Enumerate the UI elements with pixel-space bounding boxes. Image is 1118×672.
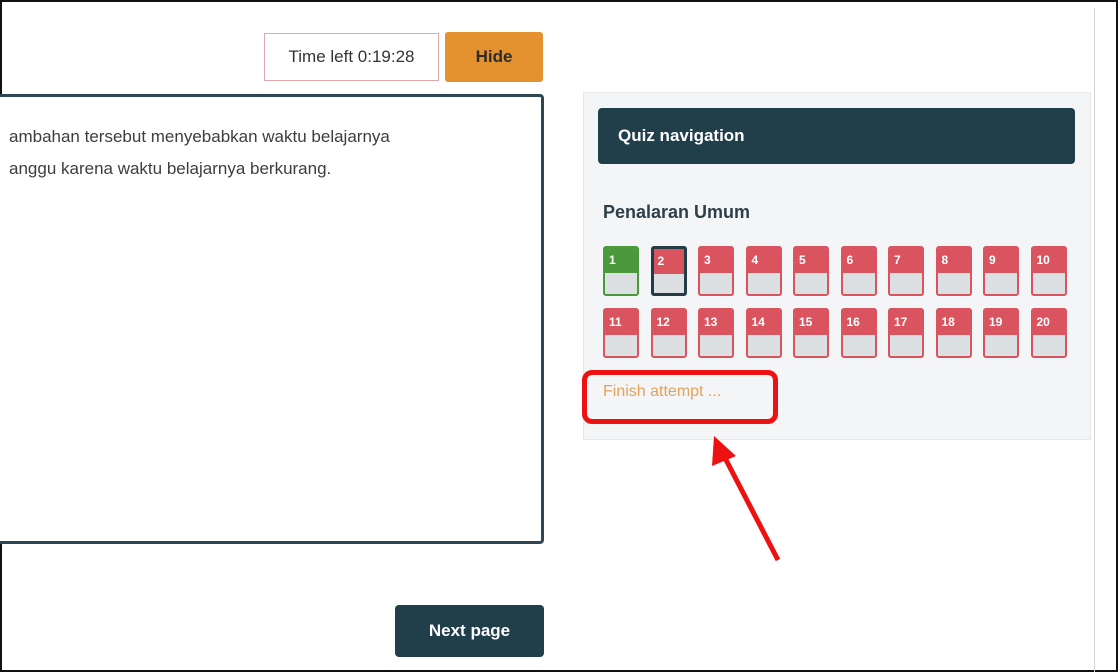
question-number-label: 15 bbox=[795, 310, 827, 335]
question-number-label: 18 bbox=[937, 310, 970, 335]
question-button-5[interactable]: 5 bbox=[793, 246, 829, 296]
question-button-8[interactable]: 8 bbox=[935, 246, 972, 296]
question-button-12[interactable]: 12 bbox=[650, 308, 687, 358]
question-number-label: 6 bbox=[842, 248, 875, 273]
question-number-label: 11 bbox=[605, 310, 637, 335]
question-number-label: 19 bbox=[985, 310, 1017, 335]
question-number-label: 17 bbox=[890, 310, 922, 335]
question-button-15[interactable]: 15 bbox=[793, 308, 829, 358]
quiz-navigation-header: Quiz navigation bbox=[598, 108, 1075, 164]
question-number-label: 13 bbox=[700, 310, 732, 335]
question-button-6[interactable]: 6 bbox=[840, 246, 877, 296]
time-left-display: Time left 0:19:28 bbox=[264, 33, 439, 81]
question-number-label: 5 bbox=[795, 248, 827, 273]
question-button-18[interactable]: 18 bbox=[935, 308, 972, 358]
question-number-label: 8 bbox=[937, 248, 970, 273]
question-number-label: 14 bbox=[747, 310, 780, 335]
question-text-line: anggu karena waktu belajarnya berkurang. bbox=[9, 159, 332, 178]
question-button-11[interactable]: 11 bbox=[603, 308, 639, 358]
question-text: ambahan tersebut menyebabkan waktu belaj… bbox=[9, 121, 539, 185]
question-number-label: 4 bbox=[747, 248, 780, 273]
question-button-19[interactable]: 19 bbox=[983, 308, 1019, 358]
question-number-label: 16 bbox=[842, 310, 875, 335]
question-button-17[interactable]: 17 bbox=[888, 308, 924, 358]
question-button-2[interactable]: 2 bbox=[650, 246, 687, 296]
question-button-13[interactable]: 13 bbox=[698, 308, 734, 358]
page-edge-divider bbox=[1094, 8, 1095, 672]
question-number-label: 2 bbox=[653, 249, 684, 274]
question-button-3[interactable]: 3 bbox=[698, 246, 734, 296]
question-text-line: ambahan tersebut menyebabkan waktu belaj… bbox=[9, 127, 390, 146]
question-button-9[interactable]: 9 bbox=[983, 246, 1019, 296]
question-number-label: 10 bbox=[1032, 248, 1065, 273]
annotation-arrow bbox=[712, 436, 781, 562]
question-number-label: 12 bbox=[652, 310, 685, 335]
question-number-label: 20 bbox=[1032, 310, 1065, 335]
annotation-highlight-box bbox=[582, 370, 778, 424]
question-number-label: 1 bbox=[605, 248, 637, 273]
question-answer-box[interactable]: ambahan tersebut menyebabkan waktu belaj… bbox=[0, 94, 544, 544]
section-title: Penalaran Umum bbox=[603, 202, 751, 222]
question-button-1[interactable]: 1 bbox=[603, 246, 639, 296]
question-number-label: 7 bbox=[890, 248, 922, 273]
question-button-10[interactable]: 10 bbox=[1030, 246, 1067, 296]
question-button-16[interactable]: 16 bbox=[840, 308, 877, 358]
question-button-4[interactable]: 4 bbox=[745, 246, 782, 296]
question-button-14[interactable]: 14 bbox=[745, 308, 782, 358]
question-button-7[interactable]: 7 bbox=[888, 246, 924, 296]
hide-timer-button[interactable]: Hide bbox=[445, 32, 543, 82]
question-number-label: 3 bbox=[700, 248, 732, 273]
next-page-button[interactable]: Next page bbox=[395, 605, 544, 657]
question-button-20[interactable]: 20 bbox=[1030, 308, 1067, 358]
question-number-label: 9 bbox=[985, 248, 1017, 273]
